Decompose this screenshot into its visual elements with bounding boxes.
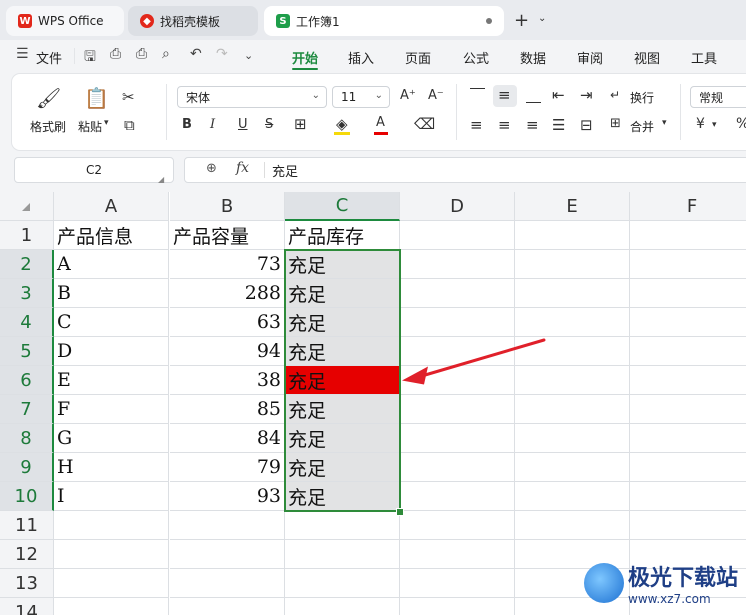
formula-bar[interactable] [184, 157, 746, 183]
font-size-select[interactable]: 11 ⌄ [332, 86, 390, 108]
font-color-icon[interactable]: A [376, 115, 385, 130]
increase-font-icon[interactable]: A⁺ [400, 88, 416, 103]
print-preview-icon[interactable]: ⌕ [162, 46, 170, 62]
tab-workbook[interactable]: S 工作簿1 [264, 6, 504, 36]
resize-handle-icon[interactable]: ◢ [158, 175, 164, 184]
divider [264, 162, 265, 178]
arrow-shaft [418, 338, 546, 378]
tab-page[interactable]: 页面 [405, 48, 431, 67]
fill-color-icon[interactable]: ◈ [336, 115, 348, 133]
number-format-select[interactable]: 常规 [690, 86, 746, 108]
export-icon[interactable]: ⎙ [110, 46, 121, 62]
cut-icon[interactable]: ✂ [122, 88, 135, 106]
tab-insert[interactable]: 插入 [348, 48, 374, 67]
merge-button[interactable]: 合并 [630, 118, 654, 135]
tab-data[interactable]: 数据 [520, 48, 546, 67]
font-color-swatch [374, 132, 388, 135]
tab-wps-office[interactable]: W WPS Office [6, 6, 124, 36]
chevron-down-icon[interactable]: ▾ [104, 118, 109, 128]
fx-icon[interactable]: fx [236, 160, 249, 176]
divider [456, 84, 457, 140]
strikethrough-button[interactable]: S [265, 117, 273, 132]
border-icon[interactable]: ⊞ [294, 115, 307, 133]
indent-decrease-icon[interactable]: ⇤ [552, 86, 565, 104]
tab-label: WPS Office [38, 14, 104, 28]
menu-icon[interactable]: ☰ [16, 46, 29, 62]
spreadsheet-icon: S [276, 14, 290, 28]
divider [680, 84, 681, 140]
distribute-icon[interactable]: ⊟ [580, 116, 593, 134]
tab-template[interactable]: ◆ 找稻壳模板 [128, 6, 258, 36]
cell-reference: C2 [85, 163, 102, 177]
format-painter-icon[interactable]: 🖌 [36, 86, 61, 110]
justify-icon[interactable]: ☰ [552, 116, 565, 134]
chevron-down-icon[interactable]: ▾ [662, 118, 667, 128]
format-painter-button[interactable]: 格式刷 [30, 118, 66, 135]
wrap-text-button[interactable]: 换行 [630, 89, 654, 106]
indent-increase-icon[interactable]: ⇥ [580, 86, 593, 104]
menu-file[interactable]: 文件 [36, 48, 62, 67]
tab-tools[interactable]: 工具 [691, 48, 717, 67]
eraser-icon[interactable]: ⌫ [414, 115, 435, 133]
tab-label: 找稻壳模板 [160, 14, 221, 29]
tab-label: 工作簿1 [296, 14, 340, 29]
percent-button[interactable]: % [736, 116, 746, 132]
align-middle-icon[interactable]: ≡ [498, 86, 511, 104]
spreadsheet-grid[interactable]: A B C D E F 1 产品信息 产品容量 产品库存 2 A 73 充足 3 B 288 充足 4 C 63 充足 5 D… [0, 192, 746, 615]
align-left-icon[interactable]: ≡ [470, 116, 483, 134]
chevron-down-icon[interactable]: ⌄ [538, 13, 546, 24]
divider [74, 48, 75, 64]
currency-button[interactable]: ¥ [696, 116, 705, 132]
align-top-icon[interactable]: ⎺ [470, 86, 485, 104]
print-icon[interactable]: ⎙ [136, 46, 147, 62]
watermark-url: www.xz7.com [628, 592, 711, 606]
name-box[interactable]: C2 [14, 157, 174, 183]
chevron-down-icon: ⌄ [311, 90, 320, 101]
chevron-down-icon[interactable]: ⌄ [244, 49, 253, 62]
underline-button[interactable]: U [238, 117, 248, 132]
align-right-icon[interactable]: ≡ [526, 116, 539, 134]
tab-formula[interactable]: 公式 [463, 48, 489, 67]
fill-color-swatch [334, 132, 350, 135]
align-center-icon[interactable]: ≡ [498, 116, 511, 134]
font-name-value: 宋体 [186, 90, 211, 105]
daoke-logo-icon: ◆ [140, 14, 154, 28]
font-name-select[interactable]: 宋体 ⌄ [177, 86, 327, 108]
save-icon[interactable]: 🖫 [84, 46, 96, 70]
divider [166, 84, 167, 140]
watermark-title: 极光下载站 [628, 566, 739, 591]
unsaved-dot-icon[interactable] [486, 18, 492, 24]
active-tab-indicator [292, 68, 318, 70]
annotation-arrow [402, 338, 546, 385]
wrap-text-icon[interactable]: ↵ [610, 88, 620, 102]
paste-icon[interactable]: 📋 [84, 86, 109, 110]
watermark: 极光下载站 www.xz7.com [584, 560, 738, 606]
bold-button[interactable]: B [182, 117, 192, 132]
paste-button[interactable]: 粘贴 [78, 118, 102, 135]
merge-icon[interactable]: ⊞ [610, 116, 621, 131]
decrease-font-icon[interactable]: A⁻ [428, 88, 444, 103]
chevron-down-icon[interactable]: ▾ [712, 120, 717, 130]
font-size-value: 11 [341, 90, 357, 104]
number-format-value: 常规 [699, 90, 724, 105]
new-tab-button[interactable]: + [514, 10, 529, 31]
tab-view[interactable]: 视图 [634, 48, 660, 67]
formula-content[interactable]: 充足 [272, 161, 298, 180]
watermark-logo-icon [584, 563, 624, 603]
chevron-down-icon: ⌄ [374, 90, 383, 101]
tab-home[interactable]: 开始 [292, 48, 318, 67]
tab-review[interactable]: 审阅 [577, 48, 603, 67]
arrow-head [402, 366, 428, 385]
wps-logo-icon: W [18, 14, 32, 28]
zoom-icon[interactable]: ⊕ [206, 161, 217, 176]
undo-icon[interactable]: ↶ [190, 46, 202, 62]
redo-icon[interactable]: ↷ [216, 46, 228, 62]
italic-button[interactable]: I [210, 117, 215, 132]
align-bottom-icon[interactable]: ⎽ [526, 86, 541, 104]
copy-icon[interactable]: ⧉ [124, 116, 135, 134]
